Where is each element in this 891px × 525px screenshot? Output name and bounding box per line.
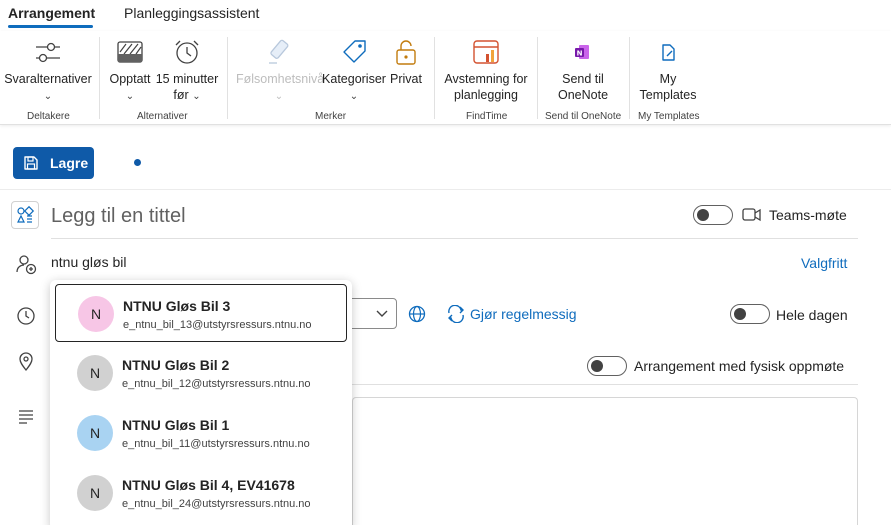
chevron-down-icon: ⌄	[349, 91, 359, 102]
response-options-button[interactable]: Svaralternativer ⌄	[4, 31, 92, 107]
suggestion-name: NTNU Gløs Bil 3	[123, 298, 231, 314]
divider	[352, 384, 858, 385]
teams-meeting-label: Teams-møte	[769, 207, 847, 223]
suggestion-item[interactable]: N NTNU Gløs Bil 3 e_ntnu_bil_13@utstyrsr…	[55, 284, 347, 342]
suggestion-email: e_ntnu_bil_13@utstyrsressurs.ntnu.no	[123, 319, 312, 331]
categorize-button[interactable]: Kategoriser ⌄	[322, 31, 386, 107]
category-picker-button[interactable]	[11, 201, 39, 229]
tab-arrangement[interactable]: Arrangement	[8, 5, 95, 21]
send-to-onenote-label: Send til	[562, 72, 604, 86]
scheduling-poll-label-line2: planlegging	[454, 88, 518, 102]
unsaved-indicator-dot	[134, 159, 141, 166]
ribbon-divider	[227, 37, 228, 119]
sliders-icon	[36, 42, 60, 63]
alarm-clock-icon	[175, 40, 199, 64]
avatar: N	[77, 355, 113, 391]
avatar: N	[78, 296, 114, 332]
make-recurring-link[interactable]: Gjør regelmessig	[470, 306, 577, 322]
reminder-button[interactable]: 15 minutter før ⌄	[154, 31, 220, 107]
my-templates-label: My	[659, 72, 677, 86]
all-day-label: Hele dagen	[776, 307, 848, 323]
avatar: N	[77, 475, 113, 511]
clock-icon	[17, 307, 35, 325]
ribbon: Svaralternativer ⌄ Deltakere Opptatt ⌄ 1…	[0, 31, 891, 125]
save-label: Lagre	[50, 155, 89, 171]
busy-status-button[interactable]: Opptatt ⌄	[106, 31, 154, 107]
sensitivity-label: Følsomhetsnivå	[236, 72, 325, 86]
suggestion-email: e_ntnu_bil_12@utstyrsressurs.ntnu.no	[122, 378, 311, 390]
categories-grid-icon	[17, 205, 35, 223]
my-templates-label-line2: Templates	[639, 88, 697, 102]
suggestion-email: e_ntnu_bil_11@utstyrsressurs.ntnu.no	[122, 438, 310, 450]
suggestion-name: NTNU Gløs Bil 1	[122, 417, 230, 433]
chevron-down-icon	[376, 310, 388, 317]
reminder-label: 15 minutter	[155, 72, 219, 86]
suggestion-item[interactable]: N NTNU Gløs Bil 2 e_ntnu_bil_12@utstyrsr…	[55, 344, 347, 402]
in-person-toggle[interactable]	[587, 356, 627, 376]
group-label-alternativer: Alternativer	[137, 111, 188, 122]
tag-icon	[343, 40, 366, 63]
add-person-icon	[16, 255, 37, 275]
chevron-down-icon: ⌄	[43, 91, 53, 102]
time-zone-globe-icon[interactable]	[407, 304, 427, 324]
busy-pattern-icon	[117, 41, 143, 63]
attendee-input[interactable]: ntnu gløs bil	[51, 254, 126, 270]
suggestion-item[interactable]: N NTNU Gløs Bil 4, EV41678 e_ntnu_bil_24…	[55, 464, 347, 522]
optional-attendees-link[interactable]: Valgfritt	[801, 255, 847, 271]
video-camera-icon	[742, 208, 761, 222]
templates-icon	[662, 44, 675, 61]
divider	[51, 238, 858, 239]
group-label-my-templates: My Templates	[638, 111, 700, 122]
title-input[interactable]	[51, 203, 651, 229]
in-person-label: Arrangement med fysisk oppmøte	[634, 358, 845, 374]
response-options-label: Svaralternativer	[4, 72, 92, 86]
all-day-toggle[interactable]	[730, 304, 770, 324]
svg-text:N: N	[577, 50, 583, 58]
ribbon-divider	[99, 37, 100, 119]
group-label-onenote: Send til OneNote	[545, 111, 622, 122]
text-lines-icon	[19, 410, 33, 424]
private-label: Privat	[390, 72, 422, 86]
send-to-onenote-button[interactable]: N Send til OneNote	[548, 31, 618, 107]
onenote-icon: N	[575, 45, 589, 59]
group-label-deltakere: Deltakere	[27, 111, 70, 122]
save-button[interactable]: Lagre	[13, 147, 94, 179]
save-icon	[24, 156, 38, 170]
suggestion-email: e_ntnu_bil_24@utstyrsressurs.ntnu.no	[122, 498, 311, 510]
private-button[interactable]: Privat	[387, 31, 425, 107]
location-pin-icon	[19, 352, 33, 372]
group-label-findtime: FindTime	[466, 111, 508, 122]
ribbon-divider	[537, 37, 538, 119]
ribbon-divider	[434, 37, 435, 119]
suggestion-item[interactable]: N NTNU Gløs Bil 1 e_ntnu_bil_11@utstyrsr…	[55, 404, 347, 462]
active-tab-indicator	[8, 25, 93, 28]
ribbon-divider	[629, 37, 630, 119]
suggestion-name: NTNU Gløs Bil 2	[122, 357, 230, 373]
chevron-down-icon: ⌄	[125, 91, 135, 102]
group-label-merker: Merker	[315, 111, 347, 122]
scheduling-poll-button[interactable]: Avstemning for planlegging	[440, 31, 532, 107]
sensitivity-icon	[269, 39, 289, 64]
chevron-down-icon: ⌄	[192, 91, 201, 102]
my-templates-button[interactable]: My Templates	[635, 31, 701, 107]
sensitivity-button[interactable]: Følsomhetsnivå ⌄	[236, 31, 325, 107]
send-to-onenote-label-line2: OneNote	[557, 88, 609, 102]
teams-meeting-toggle[interactable]	[693, 205, 733, 225]
findtime-icon	[473, 40, 499, 64]
body-editor[interactable]	[352, 397, 858, 525]
chevron-down-icon: ⌄	[274, 91, 284, 102]
scheduling-poll-label: Avstemning for	[444, 72, 528, 86]
categorize-label: Kategoriser	[322, 72, 386, 86]
reminder-label-line2: før	[173, 88, 189, 102]
busy-status-label: Opptatt	[109, 72, 151, 86]
attendee-suggestions-popup: N NTNU Gløs Bil 3 e_ntnu_bil_13@utstyrsr…	[50, 280, 352, 525]
repeat-icon	[448, 305, 464, 323]
suggestion-name: NTNU Gløs Bil 4, EV41678	[122, 477, 295, 493]
lock-icon	[396, 40, 416, 65]
avatar: N	[77, 415, 113, 451]
tab-planleggingsassistent[interactable]: Planleggingsassistent	[124, 5, 259, 21]
tab-bar: Arrangement Planleggingsassistent	[0, 0, 891, 31]
